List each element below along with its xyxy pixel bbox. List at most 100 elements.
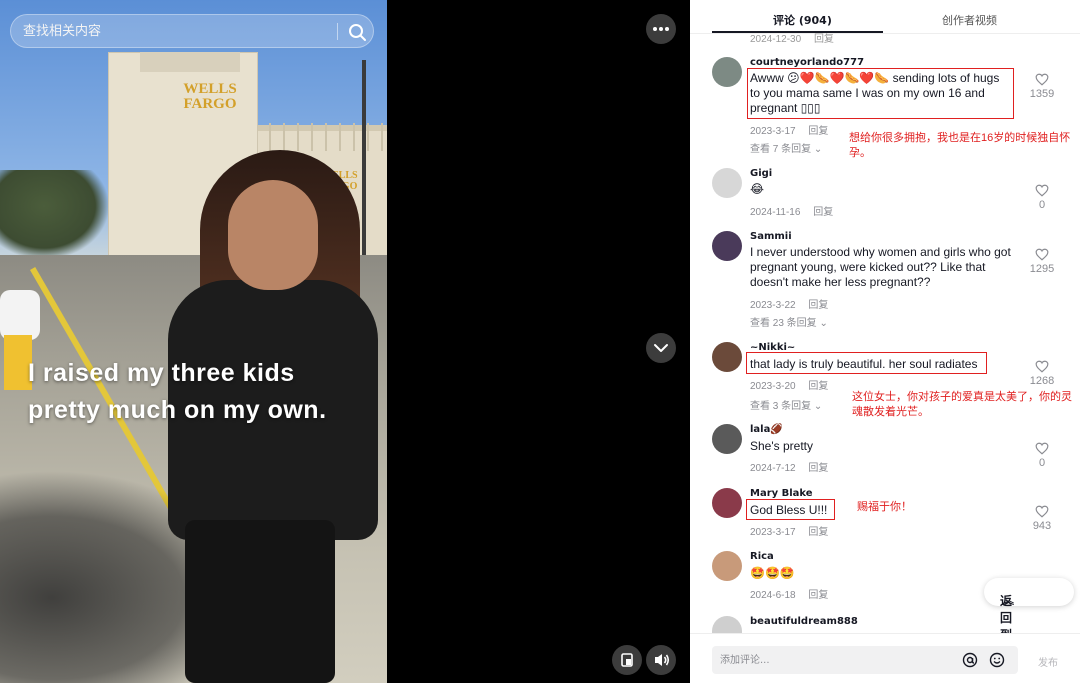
avatar[interactable]	[712, 57, 742, 87]
bank-building-roof	[140, 52, 240, 72]
like-count: 1359	[1029, 88, 1055, 100]
reply-button[interactable]: 回复	[808, 126, 828, 137]
comment-item: beautifuldream888	[712, 616, 1072, 634]
next-video-button[interactable]	[646, 333, 676, 363]
tab-creator-videos[interactable]: 创作者视频	[942, 12, 997, 28]
reply-button[interactable]: 回复	[808, 590, 828, 601]
view-replies-label: 查看 7 条回复	[750, 144, 812, 155]
comment-username[interactable]: Gigi	[750, 168, 772, 179]
post-comment-button[interactable]: 发布	[1038, 654, 1058, 669]
comment-date: 2024-11-16	[750, 207, 801, 218]
comment-meta: 2023-3-17 回复	[750, 523, 828, 538]
tab-comments[interactable]: 评论 (904)	[773, 12, 832, 28]
like-button[interactable]: 943	[1022, 505, 1062, 532]
comment-username[interactable]: Mary Blake	[750, 488, 813, 499]
comment-meta: 2024-7-12 回复	[750, 459, 828, 474]
woman-face	[228, 180, 318, 290]
trees-backdrop	[0, 170, 110, 260]
view-replies-label: 查看 23 条回复	[750, 318, 817, 329]
double-chevron-up-icon: ︽	[1004, 596, 1014, 607]
avatar[interactable]	[712, 342, 742, 372]
comment-text: 😂	[750, 182, 765, 196]
bank-sign: WELLS FARGO	[183, 81, 237, 112]
view-replies-label: 查看 3 条回复	[750, 401, 812, 412]
search-divider	[337, 23, 338, 40]
like-count: 943	[1032, 520, 1052, 532]
comment-meta: 2023-3-22 回复	[750, 296, 828, 311]
clipped-comment-date: 2024-12-30	[750, 34, 802, 45]
view-replies-link[interactable]: 查看 23 条回复 ⌄	[750, 314, 828, 329]
more-options-button[interactable]	[646, 14, 676, 44]
video-letterbox	[387, 0, 690, 683]
comment-date: 2023-3-20	[750, 381, 796, 392]
clipped-comment-reply[interactable]: 回复	[814, 34, 834, 45]
like-button[interactable]: 1268	[1022, 360, 1062, 387]
avatar[interactable]	[712, 488, 742, 518]
picture-in-picture-button[interactable]	[612, 645, 642, 675]
translation-note: 赐福于你！	[857, 501, 912, 513]
comment-date: 2024-7-12	[750, 463, 796, 474]
comment-input[interactable]	[720, 646, 950, 674]
video-caption: I raised my three kids pretty much on my…	[28, 355, 327, 429]
mention-icon[interactable]	[962, 652, 978, 668]
search-input[interactable]	[23, 15, 333, 47]
reply-button[interactable]: 回复	[813, 207, 833, 218]
video-frame[interactable]: WELLS FARGO WELLS FARGO I raised my thre…	[0, 0, 387, 683]
comment-date: 2023-3-22	[750, 300, 796, 311]
comment-meta: 2023-3-20 回复	[750, 377, 828, 392]
comment-item: lala🏈 She's pretty 2024-7-12 回复 0	[712, 424, 1072, 474]
heart-icon	[1035, 442, 1049, 455]
back-to-top-button[interactable]: 返回到顶部 ︽	[984, 578, 1074, 676]
comment-text: I never understood why women and girls w…	[750, 245, 1011, 289]
avatar[interactable]	[712, 616, 742, 634]
volume-button[interactable]	[646, 645, 676, 675]
reply-button[interactable]: 回复	[808, 300, 828, 311]
woman-legs	[185, 520, 335, 683]
comment-username[interactable]: beautifuldream888	[750, 616, 858, 627]
comment-meta: 2024-11-16 回复	[750, 203, 833, 218]
avatar[interactable]	[712, 551, 742, 581]
more-dots-icon	[653, 27, 669, 31]
like-count: 1295	[1029, 263, 1055, 275]
view-replies-link[interactable]: 查看 7 条回复 ⌄	[750, 140, 822, 155]
annotation-box	[746, 352, 987, 374]
annotation-box	[746, 499, 835, 520]
panel-tabs: 评论 (904) 创作者视频	[690, 0, 1080, 34]
avatar[interactable]	[712, 168, 742, 198]
comment-date: 2023-3-17	[750, 126, 796, 137]
like-count: 0	[1038, 199, 1046, 211]
child-figure	[0, 290, 40, 340]
comments-panel: 评论 (904) 创作者视频 2024-12-30 回复 courtneyorl…	[690, 0, 1080, 683]
search-button[interactable]	[345, 20, 369, 44]
comment-text: 🤩🤩🤩	[750, 566, 795, 580]
chevron-down-icon: ⌄	[813, 401, 823, 412]
comment-username[interactable]: Sammii	[750, 231, 792, 242]
comment-username[interactable]: courtneyorlando777	[750, 57, 864, 68]
annotation-box	[747, 68, 1014, 119]
like-count: 1268	[1029, 375, 1055, 387]
like-button[interactable]: 0	[1022, 442, 1062, 469]
avatar[interactable]	[712, 231, 742, 261]
like-button[interactable]: 0	[1022, 184, 1062, 211]
comment-input-box	[712, 646, 1018, 674]
reply-button[interactable]: 回复	[808, 527, 828, 538]
comment-text: She's pretty	[750, 439, 813, 453]
reply-button[interactable]: 回复	[808, 381, 828, 392]
speaker-icon	[655, 654, 670, 666]
view-replies-link[interactable]: 查看 3 条回复 ⌄	[750, 397, 822, 412]
reply-button[interactable]: 回复	[808, 463, 828, 474]
comment-username[interactable]: Rica	[750, 551, 774, 562]
avatar[interactable]	[712, 424, 742, 454]
comment-meta: 2023-3-17 回复	[750, 122, 828, 137]
comment-username[interactable]: lala🏈	[750, 424, 783, 435]
comment-item: Sammii I never understood why women and …	[712, 231, 1072, 331]
emoji-icon[interactable]	[989, 652, 1005, 668]
comment-date: 2023-3-17	[750, 527, 796, 538]
heart-icon	[1035, 73, 1049, 86]
search-bar	[10, 14, 374, 48]
clipped-comment-meta: 2024-12-30 回复	[750, 30, 834, 45]
chevron-down-icon: ⌄	[819, 318, 828, 329]
like-button[interactable]: 1359	[1022, 73, 1062, 100]
like-button[interactable]: 1295	[1022, 248, 1062, 275]
pip-icon	[621, 653, 633, 667]
